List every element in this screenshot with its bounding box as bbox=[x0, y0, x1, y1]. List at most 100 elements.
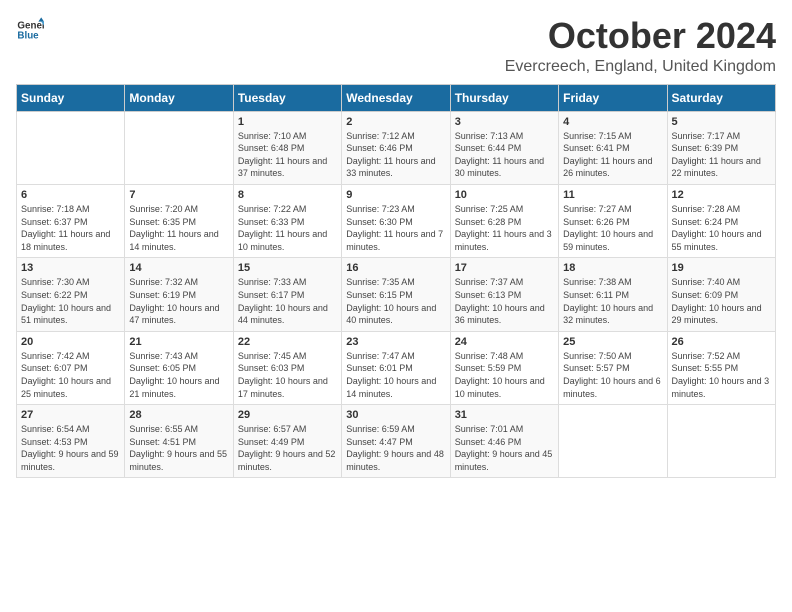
cell-info: Sunrise: 7:33 AMSunset: 6:17 PMDaylight:… bbox=[238, 276, 337, 326]
calendar-cell: 6Sunrise: 7:18 AMSunset: 6:37 PMDaylight… bbox=[17, 184, 125, 257]
day-number: 30 bbox=[346, 409, 445, 421]
day-number: 25 bbox=[563, 336, 662, 348]
calendar-week-2: 6Sunrise: 7:18 AMSunset: 6:37 PMDaylight… bbox=[17, 184, 776, 257]
calendar-cell: 15 Sunrise: 7:33 AMSunset: 6:17 PMDayligh… bbox=[233, 258, 341, 331]
calendar-cell bbox=[125, 111, 233, 184]
day-number: 3 bbox=[455, 116, 554, 128]
day-header-friday: Friday bbox=[559, 84, 667, 111]
calendar-cell: 12Sunrise: 7:28 AMSunset: 6:24 PMDayligh… bbox=[667, 184, 775, 257]
day-header-wednesday: Wednesday bbox=[342, 84, 450, 111]
day-number: 5 bbox=[672, 116, 771, 128]
location: Evercreech, England, United Kingdom bbox=[505, 58, 776, 76]
day-header-sunday: Sunday bbox=[17, 84, 125, 111]
calendar-cell: 27Sunrise: 6:54 AMSunset: 4:53 PMDayligh… bbox=[17, 405, 125, 478]
calendar-cell: 2Sunrise: 7:12 AMSunset: 6:46 PMDaylight… bbox=[342, 111, 450, 184]
cell-info: Sunrise: 7:38 AMSunset: 6:11 PMDaylight:… bbox=[563, 276, 662, 326]
cell-info: Sunrise: 7:40 AMSunset: 6:09 PMDaylight:… bbox=[672, 276, 771, 326]
cell-info: Sunrise: 7:12 AMSunset: 6:46 PMDaylight:… bbox=[346, 130, 445, 180]
cell-info: Sunrise: 7:52 AMSunset: 5:55 PMDaylight:… bbox=[672, 350, 771, 400]
calendar-cell: 10Sunrise: 7:25 AMSunset: 6:28 PMDayligh… bbox=[450, 184, 558, 257]
cell-info: Sunrise: 7:45 AMSunset: 6:03 PMDaylight:… bbox=[238, 350, 337, 400]
calendar-cell: 3Sunrise: 7:13 AMSunset: 6:44 PMDaylight… bbox=[450, 111, 558, 184]
cell-info: Sunrise: 7:48 AMSunset: 5:59 PMDaylight:… bbox=[455, 350, 554, 400]
calendar-cell bbox=[667, 405, 775, 478]
calendar-cell: 1 Sunrise: 7:10 AMSunset: 6:48 PMDaylight… bbox=[233, 111, 341, 184]
calendar-cell: 21 Sunrise: 7:43 AMSunset: 6:05 PMDayligh… bbox=[125, 331, 233, 404]
cell-info: Sunrise: 7:18 AMSunset: 6:37 PMDaylight:… bbox=[21, 203, 120, 253]
day-header-tuesday: Tuesday bbox=[233, 84, 341, 111]
cell-info: Sunrise: 7:20 AMSunset: 6:35 PMDaylight:… bbox=[129, 203, 228, 253]
calendar-cell: 29 Sunrise: 6:57 AMSunset: 4:49 PMDayligh… bbox=[233, 405, 341, 478]
calendar-cell: 18 Sunrise: 7:38 AMSunset: 6:11 PMDayligh… bbox=[559, 258, 667, 331]
cell-info: Sunrise: 7:32 AMSunset: 6:19 PMDaylight:… bbox=[129, 276, 228, 326]
calendar-cell: 13 Sunrise: 7:30 AMSunset: 6:22 PMDayligh… bbox=[17, 258, 125, 331]
calendar-cell: 7 Sunrise: 7:20 AMSunset: 6:35 PMDaylight… bbox=[125, 184, 233, 257]
calendar-week-5: 27Sunrise: 6:54 AMSunset: 4:53 PMDayligh… bbox=[17, 405, 776, 478]
calendar-cell: 30 Sunrise: 6:59 AMSunset: 4:47 PMDayligh… bbox=[342, 405, 450, 478]
cell-info: Sunrise: 7:50 AMSunset: 5:57 PMDaylight:… bbox=[563, 350, 662, 400]
calendar-cell: 20Sunrise: 7:42 AMSunset: 6:07 PMDayligh… bbox=[17, 331, 125, 404]
day-number: 28 bbox=[129, 409, 228, 421]
day-number: 31 bbox=[455, 409, 554, 421]
calendar-cell: 24 Sunrise: 7:48 AMSunset: 5:59 PMDayligh… bbox=[450, 331, 558, 404]
day-header-thursday: Thursday bbox=[450, 84, 558, 111]
logo-icon: General Blue bbox=[16, 16, 44, 44]
day-number: 14 bbox=[129, 262, 228, 274]
cell-info: Sunrise: 7:27 AMSunset: 6:26 PMDaylight:… bbox=[563, 203, 662, 253]
cell-info: Sunrise: 7:25 AMSunset: 6:28 PMDaylight:… bbox=[455, 203, 554, 253]
month-title: October 2024 bbox=[505, 16, 776, 56]
day-number: 29 bbox=[238, 409, 337, 421]
calendar-table: SundayMondayTuesdayWednesdayThursdayFrid… bbox=[16, 84, 776, 479]
day-number: 12 bbox=[672, 189, 771, 201]
calendar-cell: 11 Sunrise: 7:27 AMSunset: 6:26 PMDayligh… bbox=[559, 184, 667, 257]
calendar-cell bbox=[17, 111, 125, 184]
day-number: 11 bbox=[563, 189, 662, 201]
calendar-cell: 26 Sunrise: 7:52 AMSunset: 5:55 PMDayligh… bbox=[667, 331, 775, 404]
day-number: 15 bbox=[238, 262, 337, 274]
title-block: October 2024 Evercreech, England, United… bbox=[505, 16, 776, 76]
day-number: 21 bbox=[129, 336, 228, 348]
calendar-cell bbox=[559, 405, 667, 478]
cell-info: Sunrise: 6:57 AMSunset: 4:49 PMDaylight:… bbox=[238, 423, 337, 473]
cell-info: Sunrise: 7:42 AMSunset: 6:07 PMDaylight:… bbox=[21, 350, 120, 400]
calendar-cell: 31Sunrise: 7:01 AMSunset: 4:46 PMDayligh… bbox=[450, 405, 558, 478]
calendar-week-3: 13 Sunrise: 7:30 AMSunset: 6:22 PMDayligh… bbox=[17, 258, 776, 331]
calendar-cell: 22Sunrise: 7:45 AMSunset: 6:03 PMDayligh… bbox=[233, 331, 341, 404]
cell-info: Sunrise: 7:23 AMSunset: 6:30 PMDaylight:… bbox=[346, 203, 445, 253]
day-number: 4 bbox=[563, 116, 662, 128]
logo: General Blue bbox=[16, 16, 44, 44]
calendar-cell: 8 Sunrise: 7:22 AMSunset: 6:33 PMDaylight… bbox=[233, 184, 341, 257]
cell-info: Sunrise: 7:47 AMSunset: 6:01 PMDaylight:… bbox=[346, 350, 445, 400]
cell-info: Sunrise: 6:59 AMSunset: 4:47 PMDaylight:… bbox=[346, 423, 445, 473]
day-number: 13 bbox=[21, 262, 120, 274]
calendar-cell: 5 Sunrise: 7:17 AMSunset: 6:39 PMDaylight… bbox=[667, 111, 775, 184]
day-header-monday: Monday bbox=[125, 84, 233, 111]
day-number: 1 bbox=[238, 116, 337, 128]
cell-info: Sunrise: 7:43 AMSunset: 6:05 PMDaylight:… bbox=[129, 350, 228, 400]
calendar-cell: 25 Sunrise: 7:50 AMSunset: 5:57 PMDayligh… bbox=[559, 331, 667, 404]
cell-info: Sunrise: 7:22 AMSunset: 6:33 PMDaylight:… bbox=[238, 203, 337, 253]
calendar-cell: 17Sunrise: 7:37 AMSunset: 6:13 PMDayligh… bbox=[450, 258, 558, 331]
day-number: 26 bbox=[672, 336, 771, 348]
cell-info: Sunrise: 7:37 AMSunset: 6:13 PMDaylight:… bbox=[455, 276, 554, 326]
day-number: 19 bbox=[672, 262, 771, 274]
cell-info: Sunrise: 7:17 AMSunset: 6:39 PMDaylight:… bbox=[672, 130, 771, 180]
day-number: 9 bbox=[346, 189, 445, 201]
day-header-saturday: Saturday bbox=[667, 84, 775, 111]
day-number: 18 bbox=[563, 262, 662, 274]
day-number: 7 bbox=[129, 189, 228, 201]
calendar-cell: 16Sunrise: 7:35 AMSunset: 6:15 PMDayligh… bbox=[342, 258, 450, 331]
day-number: 8 bbox=[238, 189, 337, 201]
cell-info: Sunrise: 7:10 AMSunset: 6:48 PMDaylight:… bbox=[238, 130, 337, 180]
calendar-cell: 23Sunrise: 7:47 AMSunset: 6:01 PMDayligh… bbox=[342, 331, 450, 404]
calendar-cell: 19 Sunrise: 7:40 AMSunset: 6:09 PMDayligh… bbox=[667, 258, 775, 331]
calendar-cell: 4Sunrise: 7:15 AMSunset: 6:41 PMDaylight… bbox=[559, 111, 667, 184]
cell-info: Sunrise: 7:30 AMSunset: 6:22 PMDaylight:… bbox=[21, 276, 120, 326]
calendar-week-1: 1 Sunrise: 7:10 AMSunset: 6:48 PMDaylight… bbox=[17, 111, 776, 184]
day-number: 24 bbox=[455, 336, 554, 348]
calendar-cell: 9 Sunrise: 7:23 AMSunset: 6:30 PMDaylight… bbox=[342, 184, 450, 257]
calendar-cell: 28Sunrise: 6:55 AMSunset: 4:51 PMDayligh… bbox=[125, 405, 233, 478]
day-number: 27 bbox=[21, 409, 120, 421]
calendar-header-row: SundayMondayTuesdayWednesdayThursdayFrid… bbox=[17, 84, 776, 111]
calendar-week-4: 20Sunrise: 7:42 AMSunset: 6:07 PMDayligh… bbox=[17, 331, 776, 404]
